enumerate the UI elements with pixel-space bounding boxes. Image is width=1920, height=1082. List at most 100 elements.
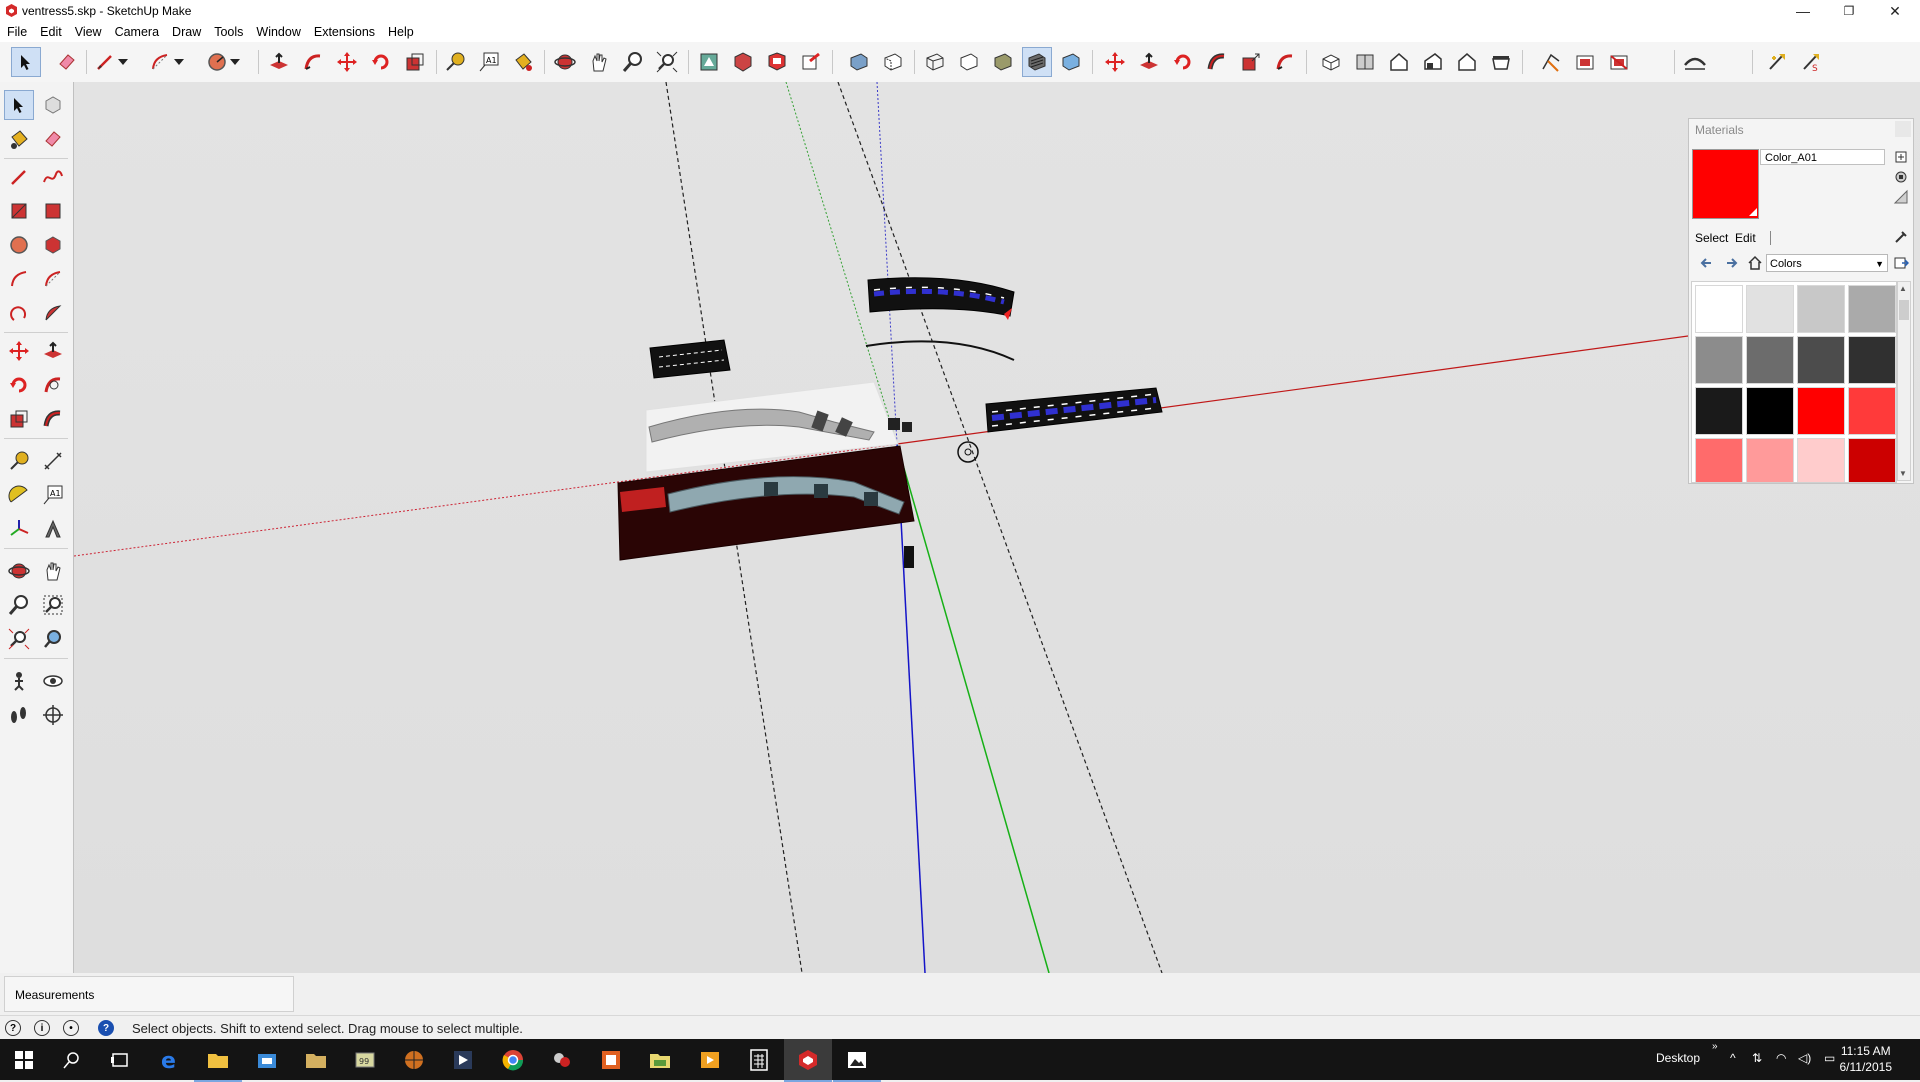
scroll-up-icon[interactable]: ▲ bbox=[1899, 284, 1907, 293]
zoom-tool-icon[interactable] bbox=[618, 47, 648, 77]
follow-me-icon[interactable] bbox=[38, 370, 68, 400]
home-icon[interactable] bbox=[1747, 255, 1763, 274]
menu-camera[interactable]: Camera bbox=[108, 22, 165, 39]
eraser-icon[interactable] bbox=[38, 124, 68, 154]
office-icon[interactable] bbox=[587, 1039, 635, 1080]
maximize-button[interactable]: ❐ bbox=[1826, 0, 1872, 22]
folder-green-icon[interactable] bbox=[636, 1039, 684, 1080]
current-material-swatch[interactable] bbox=[1692, 149, 1759, 219]
iso-view-icon[interactable] bbox=[1316, 47, 1346, 77]
material-swatch[interactable] bbox=[1695, 285, 1743, 333]
wifi-icon[interactable]: ◠ bbox=[1776, 1051, 1786, 1065]
material-swatch[interactable] bbox=[1848, 387, 1896, 435]
shaded-icon[interactable] bbox=[988, 47, 1018, 77]
tab-edit[interactable]: Edit bbox=[1735, 231, 1756, 245]
3d-warehouse-icon[interactable] bbox=[694, 47, 724, 77]
position-camera-icon[interactable] bbox=[4, 666, 34, 696]
material-swatch[interactable] bbox=[1746, 285, 1794, 333]
measurements-box[interactable]: Measurements bbox=[4, 976, 294, 1012]
material-name-field[interactable]: Color_A01 bbox=[1760, 149, 1885, 165]
search-icon[interactable] bbox=[48, 1039, 96, 1080]
task-view-icon[interactable] bbox=[96, 1039, 144, 1080]
orbit-tool-icon[interactable] bbox=[550, 47, 580, 77]
sandbox-icon[interactable] bbox=[1680, 47, 1710, 77]
menu-view[interactable]: View bbox=[68, 22, 108, 39]
geolocation-icon[interactable]: ? bbox=[5, 1020, 21, 1036]
material-swatch[interactable] bbox=[1746, 336, 1794, 384]
move-sandbox-icon[interactable] bbox=[1100, 47, 1130, 77]
freehand-icon[interactable] bbox=[38, 162, 68, 192]
axes-icon[interactable] bbox=[4, 514, 34, 544]
help-icon[interactable]: ? bbox=[98, 1020, 114, 1036]
notification-icon[interactable]: ▭ bbox=[1824, 1051, 1835, 1065]
component-icon[interactable] bbox=[38, 90, 68, 120]
material-swatch[interactable] bbox=[1848, 336, 1896, 384]
file-explorer-icon[interactable] bbox=[194, 1039, 242, 1082]
eraser-tool-icon[interactable] bbox=[52, 47, 82, 77]
material-swatch[interactable] bbox=[1797, 438, 1845, 482]
material-swatch[interactable] bbox=[1746, 387, 1794, 435]
calculator-icon[interactable] bbox=[735, 1039, 783, 1080]
solid-tools-icon[interactable] bbox=[1762, 47, 1792, 77]
materials-close-button[interactable] bbox=[1895, 121, 1911, 137]
scale-sandbox-icon[interactable] bbox=[1236, 47, 1266, 77]
zoom-extents-tool-icon[interactable] bbox=[652, 47, 682, 77]
video-icon[interactable] bbox=[686, 1039, 734, 1080]
move-icon[interactable] bbox=[4, 336, 34, 366]
menu-tools[interactable]: Tools bbox=[207, 22, 249, 39]
back-arrow-icon[interactable] bbox=[1699, 255, 1715, 274]
menu-file[interactable]: File bbox=[0, 22, 33, 39]
small-part[interactable] bbox=[888, 418, 900, 430]
top-view-icon[interactable] bbox=[1350, 47, 1380, 77]
protractor-icon[interactable] bbox=[4, 480, 34, 510]
material-swatch[interactable] bbox=[1695, 438, 1743, 482]
display-secondary-icon[interactable] bbox=[1893, 189, 1909, 208]
rotated-rectangle-icon[interactable] bbox=[38, 196, 68, 226]
details-arrow-icon[interactable] bbox=[1893, 255, 1910, 274]
line-icon[interactable] bbox=[4, 162, 34, 192]
puzzle-icon[interactable] bbox=[538, 1039, 586, 1080]
small-part[interactable] bbox=[904, 546, 914, 568]
sketchup-icon[interactable] bbox=[784, 1039, 832, 1082]
material-swatch[interactable] bbox=[1797, 336, 1845, 384]
material-swatch[interactable] bbox=[1797, 387, 1845, 435]
materials-scrollbar[interactable]: ▲ ▼ bbox=[1897, 281, 1911, 481]
photos-icon[interactable] bbox=[833, 1039, 881, 1082]
arc-dropdown-icon[interactable] bbox=[172, 47, 186, 77]
display-section-icon[interactable] bbox=[1570, 47, 1600, 77]
move-tool-icon[interactable] bbox=[332, 47, 362, 77]
zoom-icon[interactable] bbox=[4, 590, 34, 620]
menu-window[interactable]: Window bbox=[249, 22, 306, 39]
chevron-icon[interactable]: » bbox=[1712, 1041, 1718, 1052]
volume-icon[interactable]: ◁) bbox=[1798, 1051, 1811, 1065]
credits-icon[interactable]: i bbox=[34, 1020, 50, 1036]
previous-view-icon[interactable] bbox=[38, 624, 68, 654]
chrome-icon[interactable] bbox=[489, 1039, 537, 1080]
share-model-icon[interactable] bbox=[796, 47, 826, 77]
front-view-icon[interactable] bbox=[1384, 47, 1414, 77]
dimension-icon[interactable] bbox=[38, 446, 68, 476]
section-plane-icon[interactable] bbox=[1536, 47, 1566, 77]
material-swatch[interactable] bbox=[1797, 285, 1845, 333]
user-icon[interactable]: • bbox=[63, 1020, 79, 1036]
default-material-icon[interactable] bbox=[1893, 169, 1909, 188]
rotate-tool-icon[interactable] bbox=[366, 47, 396, 77]
look-around-icon[interactable] bbox=[38, 666, 68, 696]
extension-warehouse-icon[interactable] bbox=[728, 47, 758, 77]
orbit-icon[interactable] bbox=[4, 556, 34, 586]
line-dropdown-icon[interactable] bbox=[116, 47, 130, 77]
material-swatch[interactable] bbox=[1746, 438, 1794, 482]
section-plane-icon[interactable] bbox=[38, 700, 68, 730]
sample-paint-icon[interactable] bbox=[1893, 229, 1909, 248]
menu-draw[interactable]: Draw bbox=[165, 22, 207, 39]
small-part[interactable] bbox=[902, 422, 912, 432]
scroll-down-icon[interactable]: ▼ bbox=[1899, 469, 1907, 478]
store-icon[interactable] bbox=[243, 1039, 291, 1080]
circle-dropdown-icon[interactable] bbox=[228, 47, 242, 77]
media-icon[interactable] bbox=[439, 1039, 487, 1080]
material-swatch[interactable] bbox=[1848, 285, 1896, 333]
shaded-textures-icon[interactable] bbox=[1022, 47, 1052, 77]
tab-select[interactable]: Select bbox=[1695, 231, 1728, 245]
pie-icon[interactable] bbox=[38, 298, 68, 328]
material-swatch[interactable] bbox=[1695, 387, 1743, 435]
